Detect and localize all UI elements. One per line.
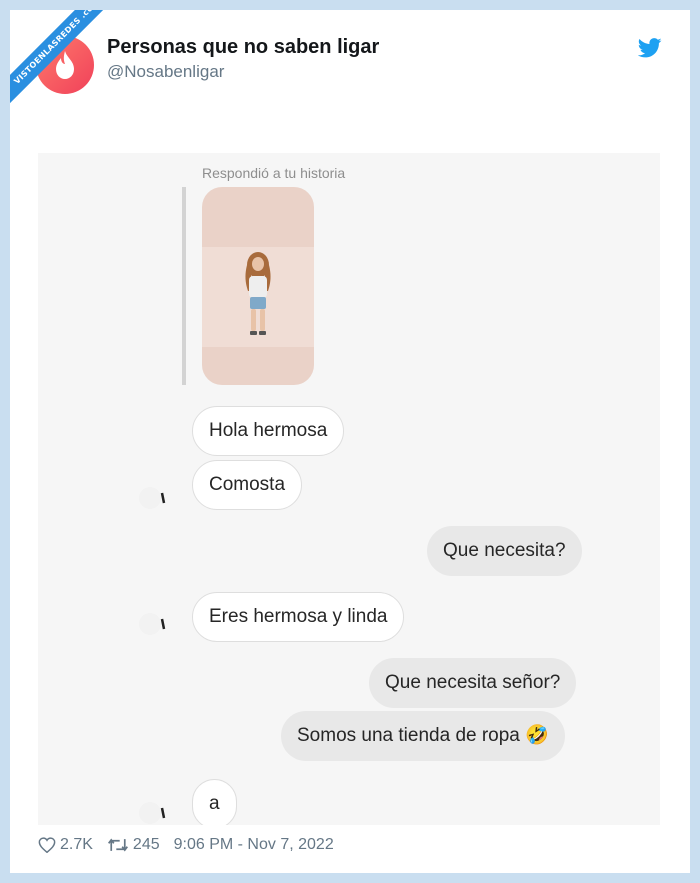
retweet-icon (107, 838, 128, 852)
tweet-footer: 2.7K 245 9:06 PM - Nov 7, 2022 (38, 834, 348, 856)
sender-avatar[interactable] (136, 483, 166, 513)
retweet-stat[interactable]: 245 (107, 836, 160, 854)
sender-avatar[interactable] (136, 609, 166, 639)
story-thumbnail[interactable] (202, 187, 314, 385)
sender-avatar[interactable] (136, 798, 166, 825)
like-count: 2.7K (60, 836, 93, 853)
message-outgoing: Que necesita? (427, 526, 582, 576)
message-incoming: Hola hermosa (192, 406, 345, 456)
message-outgoing: Que necesita señor? (369, 658, 577, 708)
message-incoming: Comosta (192, 460, 303, 510)
retweet-count: 245 (132, 836, 160, 853)
message-incoming: Eres hermosa y linda (192, 592, 405, 642)
like-stat[interactable]: 2.7K (38, 836, 93, 854)
heart-icon (38, 837, 56, 853)
twitter-bird-icon[interactable] (638, 38, 662, 58)
display-name[interactable]: Personas que no saben ligar (107, 36, 379, 59)
timestamp-text: 9:06 PM - Nov 7, 2022 (173, 836, 334, 853)
tweet-card: VISTOENLASREDES .com Personas que no sab… (10, 10, 690, 873)
replied-story-label: Respondió a tu historia (202, 165, 346, 181)
dm-screenshot: Respondió a tu historia Hola hermosa Com… (38, 153, 660, 825)
woman-figure (245, 252, 271, 335)
quote-bar (182, 187, 186, 385)
message-incoming: a (192, 779, 237, 825)
tweet-timestamp[interactable]: 9:06 PM - Nov 7, 2022 (174, 836, 334, 854)
message-outgoing: Somos una tienda de ropa 🤣 (281, 711, 565, 761)
handle[interactable]: @Nosabenligar (107, 62, 224, 82)
